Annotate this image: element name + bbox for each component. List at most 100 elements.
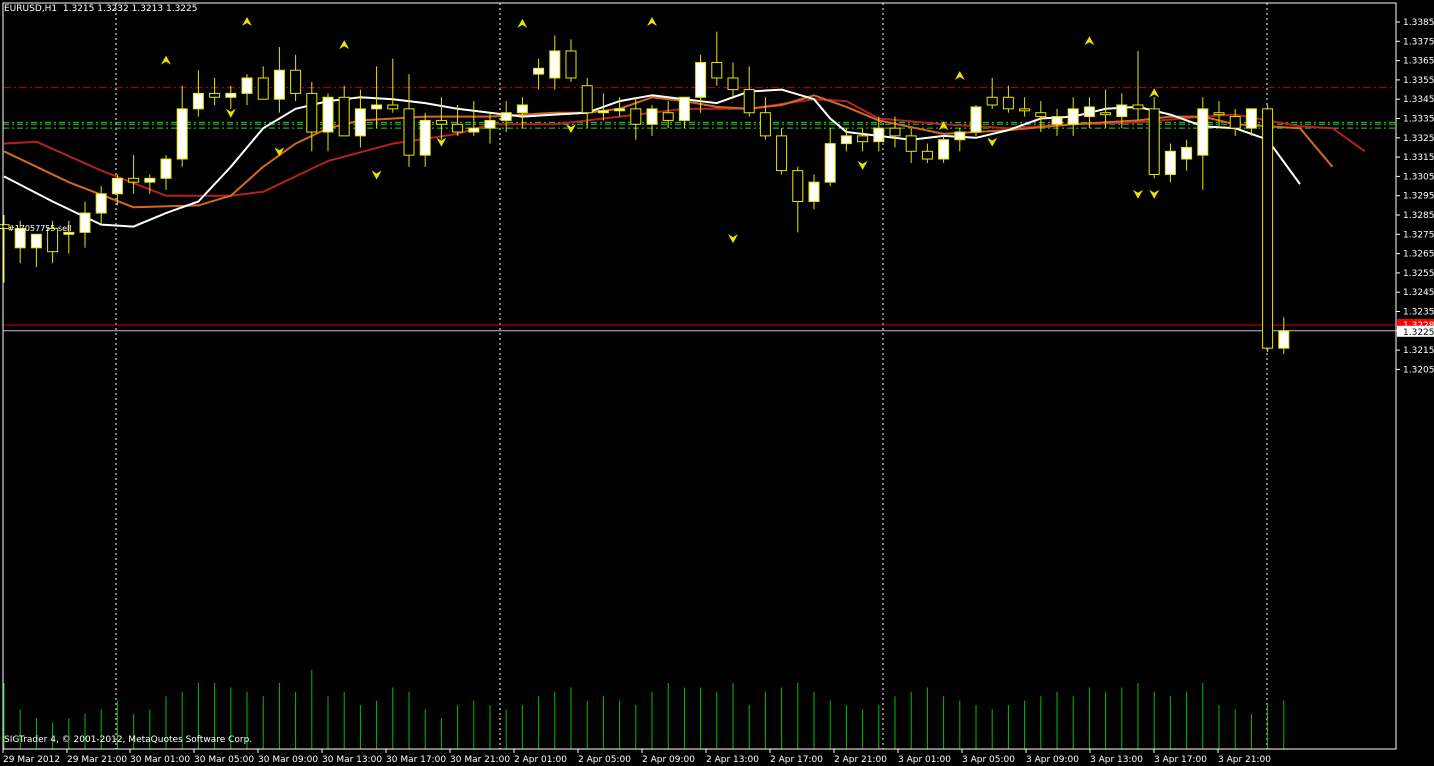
- symbol-label: EURUSD,H1: [4, 4, 58, 14]
- x-tick-label: 3 Apr 21:00: [1218, 755, 1271, 765]
- candle-body: [533, 67, 545, 75]
- candle-body: [371, 104, 383, 110]
- candle-body: [840, 135, 852, 145]
- candle-body: [889, 127, 901, 137]
- candle-body: [452, 123, 464, 133]
- y-tick-label: 1.3275: [1403, 230, 1434, 240]
- symbol-header: EURUSD,H1 1.3215 1.3232 1.3213 1.3225: [4, 4, 197, 14]
- candle-body: [1181, 146, 1193, 160]
- x-tick-label: 3 Apr 01:00: [898, 755, 951, 765]
- y-tick-label: 1.3385: [1403, 18, 1434, 28]
- candle-body: [1229, 116, 1241, 129]
- ohlc-high: 1.3232: [97, 4, 129, 14]
- y-tick-label: 1.3365: [1403, 57, 1434, 67]
- candle-body: [727, 77, 739, 91]
- candle-body: [1245, 108, 1257, 129]
- x-tick-label: 30 Mar 21:00: [450, 755, 510, 765]
- candle-body: [225, 92, 237, 98]
- candle-body: [986, 96, 998, 106]
- price-chart[interactable]: 1.3385 1.3375 1.3365 1.3355 1.3345 1.3335 1.33…: [0, 0, 1434, 766]
- order-label[interactable]: #17057755 sell: [8, 224, 72, 233]
- candle-body: [630, 108, 642, 125]
- candle-body: [565, 50, 577, 79]
- x-tick-label: 30 Mar 17:00: [386, 755, 446, 765]
- x-tick-label: 3 Apr 17:00: [1154, 755, 1207, 765]
- x-tick-label: 2 Apr 05:00: [578, 755, 631, 765]
- x-tick-label: 2 Apr 09:00: [642, 755, 695, 765]
- y-tick-label: 1.3325: [1403, 134, 1434, 144]
- candle-body: [209, 92, 221, 98]
- candle-body: [678, 96, 690, 121]
- y-tick-label: 1.3245: [1403, 288, 1434, 298]
- candle-body: [1148, 108, 1160, 175]
- candle-body: [468, 127, 480, 133]
- copyright-text: SIGTrader 4, © 2001-2012, MetaQuotes Sof…: [4, 735, 253, 745]
- candle-body: [646, 108, 658, 125]
- y-tick-label: 1.3255: [1403, 269, 1434, 279]
- candle-body: [743, 89, 755, 114]
- candle-body: [79, 212, 91, 233]
- candle-body: [549, 50, 561, 79]
- candle-body: [695, 62, 707, 98]
- candle-body: [873, 127, 885, 143]
- candle-body: [954, 131, 966, 141]
- candle-body: [111, 177, 123, 195]
- candle-body: [1051, 116, 1063, 125]
- candle-body: [808, 181, 820, 202]
- y-tick-label: 1.3355: [1403, 76, 1434, 86]
- candle: [970, 104, 982, 136]
- y-tick-label: 1.3345: [1403, 95, 1434, 105]
- candle-body: [1019, 108, 1031, 112]
- y-tick-label: 1.3335: [1403, 115, 1434, 125]
- candle-body: [1132, 104, 1144, 110]
- candle-body: [614, 108, 626, 112]
- y-tick-label: 1.3215: [1403, 346, 1434, 356]
- candle-body: [1197, 108, 1209, 156]
- candle: [938, 135, 950, 163]
- candle-body: [1083, 106, 1095, 118]
- candle-body: [30, 233, 42, 249]
- candle-body: [419, 119, 431, 156]
- candle-body: [306, 92, 318, 133]
- candle-body: [435, 119, 447, 125]
- candle-body: [160, 158, 172, 179]
- bid-price-label: 1.3225: [1403, 328, 1434, 338]
- y-tick-label: 1.3315: [1403, 153, 1434, 163]
- candle-body: [241, 77, 253, 94]
- candle-body: [95, 193, 107, 214]
- candle-body: [484, 119, 496, 129]
- candle-body: [128, 177, 140, 183]
- ohlc-close: 1.3225: [165, 4, 198, 14]
- candle-body: [711, 62, 723, 79]
- candle-body: [290, 69, 302, 94]
- x-tick-label: 30 Mar 13:00: [322, 755, 382, 765]
- candle: [1148, 97, 1160, 179]
- candle-body: [403, 108, 415, 156]
- candle-body: [1278, 330, 1290, 349]
- candle-body: [970, 106, 982, 133]
- candle-body: [1164, 150, 1176, 175]
- x-tick-label: 2 Apr 21:00: [834, 755, 887, 765]
- candle-body: [921, 150, 933, 160]
- y-tick-label: 1.3295: [1403, 192, 1434, 202]
- y-tick-label: 1.3285: [1403, 211, 1434, 221]
- x-tick-label: 3 Apr 05:00: [962, 755, 1015, 765]
- candle-body: [354, 108, 366, 137]
- candle-body: [1067, 108, 1079, 125]
- candle-body: [322, 96, 334, 133]
- candle-body: [1002, 96, 1014, 110]
- y-tick-label: 1.3375: [1403, 37, 1434, 47]
- ohlc-low: 1.3213: [131, 4, 164, 14]
- candle-body: [500, 112, 512, 121]
- candle-body: [1116, 104, 1128, 118]
- candle-body: [516, 104, 528, 114]
- x-tick-label: 2 Apr 17:00: [770, 755, 823, 765]
- x-tick-label: 30 Mar 05:00: [194, 755, 254, 765]
- candle-body: [387, 104, 399, 110]
- candle-body: [338, 96, 350, 137]
- candle-body: [938, 139, 950, 160]
- candle-body: [792, 170, 804, 202]
- candle-body: [1213, 112, 1225, 116]
- candle-body: [824, 143, 836, 183]
- candle-body: [192, 92, 204, 110]
